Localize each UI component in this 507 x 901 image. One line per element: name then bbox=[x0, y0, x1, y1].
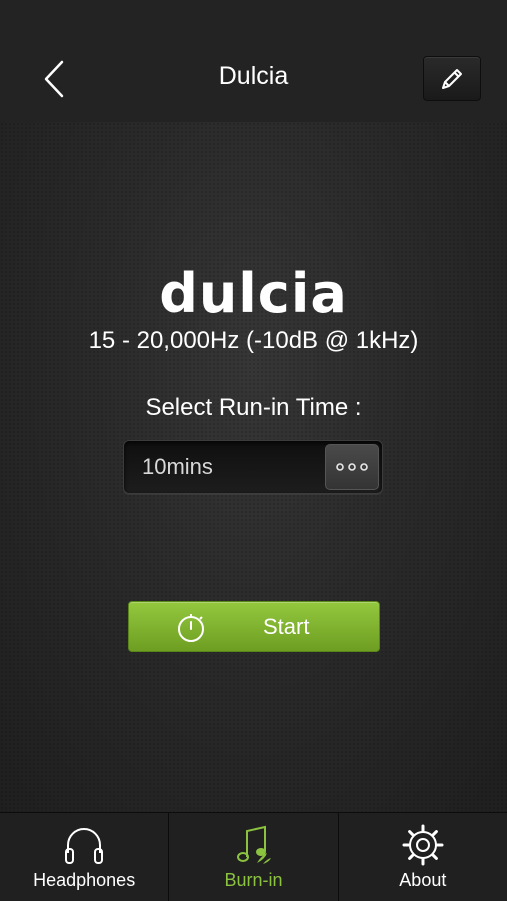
tab-label-burn-in: Burn-in bbox=[224, 870, 283, 890]
brand-logo: dulcia bbox=[159, 262, 348, 325]
more-options-button[interactable] bbox=[325, 444, 379, 490]
tab-about[interactable]: About bbox=[339, 813, 507, 901]
tab-label-about: About bbox=[399, 870, 447, 890]
start-button[interactable]: Start bbox=[128, 601, 380, 652]
start-label: Start bbox=[263, 614, 310, 639]
edit-button[interactable] bbox=[423, 56, 481, 101]
pencil-icon bbox=[442, 68, 462, 89]
stopwatch-icon bbox=[178, 614, 204, 642]
tab-burn-in[interactable]: Burn-in bbox=[169, 813, 339, 901]
tab-label-headphones: Headphones bbox=[33, 870, 136, 890]
main-content: dulcia 15 - 20,000Hz (-10dB @ 1kHz) Sele… bbox=[0, 122, 507, 812]
tab-bar: Headphones Burn-in About bbox=[0, 812, 507, 901]
gear-icon bbox=[402, 824, 444, 866]
headphones-icon bbox=[65, 828, 104, 864]
tab-headphones[interactable]: Headphones bbox=[0, 813, 170, 901]
runin-time-select[interactable]: 10mins bbox=[123, 440, 383, 494]
runin-time-label: Select Run-in Time : bbox=[145, 394, 362, 421]
runin-time-value: 10mins bbox=[142, 454, 213, 479]
frequency-spec: 15 - 20,000Hz (-10dB @ 1kHz) bbox=[88, 327, 419, 354]
more-dots-icon bbox=[336, 463, 368, 471]
music-note-icon bbox=[237, 825, 272, 864]
top-bar: Dulcia bbox=[0, 0, 507, 122]
